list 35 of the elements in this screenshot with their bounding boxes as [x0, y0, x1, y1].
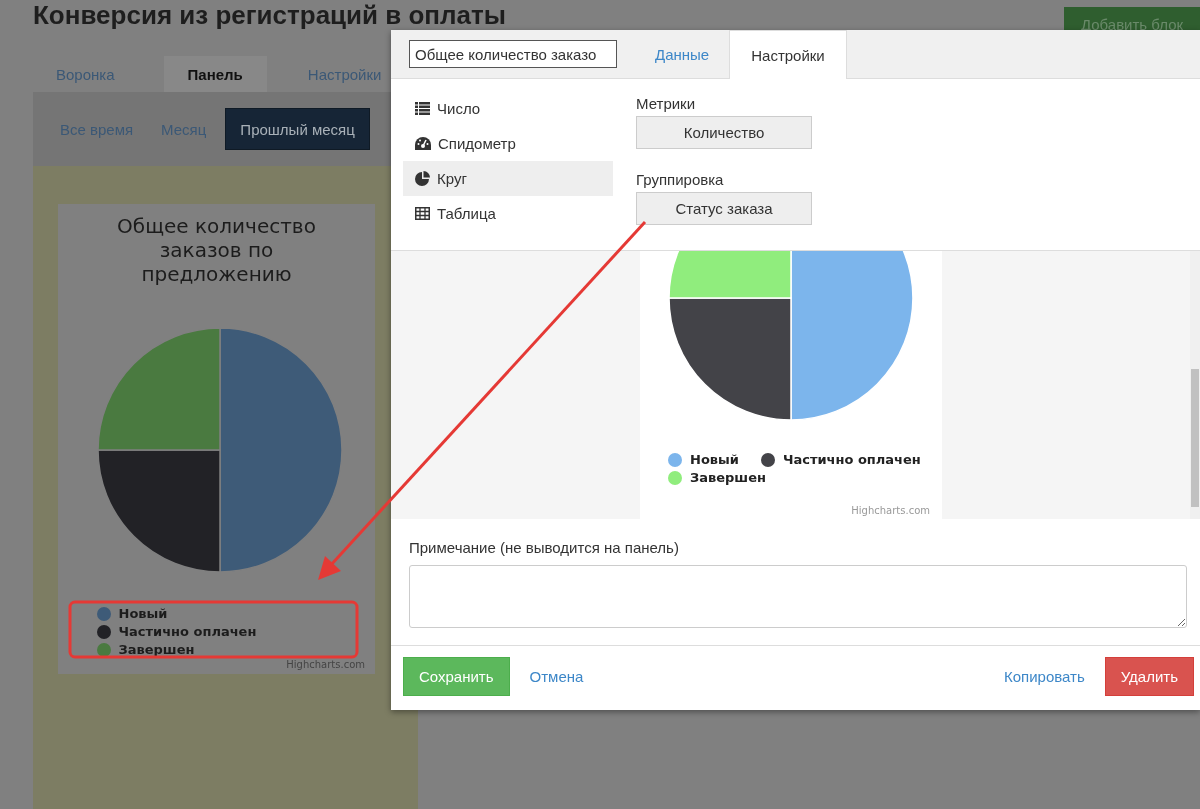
- legend-item[interactable]: Завершен: [96, 642, 195, 657]
- chart-credit: Highcharts.com: [286, 659, 365, 670]
- delete-button[interactable]: Удалить: [1104, 657, 1194, 696]
- note-field[interactable]: [409, 565, 1187, 628]
- scrollbar[interactable]: [1190, 251, 1200, 519]
- legend-label: Завершен: [118, 642, 195, 657]
- metric-button[interactable]: Количество: [636, 116, 812, 149]
- legend-label: Новый: [690, 452, 739, 467]
- gauge-icon: [415, 137, 431, 150]
- chart-type-item[interactable]: Спидометр: [403, 126, 613, 161]
- legend-label: Завершен: [690, 470, 766, 485]
- action-link[interactable]: Копировать: [1003, 657, 1085, 696]
- chart-type-item[interactable]: Число: [403, 91, 613, 126]
- action-link[interactable]: Отмена: [529, 657, 584, 696]
- period-tab[interactable]: Прошлый месяц: [225, 108, 370, 150]
- dialog-tab[interactable]: Настройки: [729, 30, 847, 79]
- page-title: Конверсия из регистраций в оплаты: [33, 1, 506, 29]
- legend-item[interactable]: Новый: [668, 452, 739, 467]
- chart-type-item[interactable]: Круг: [403, 161, 613, 196]
- chart-type-item[interactable]: Таблица: [403, 196, 613, 231]
- legend-item[interactable]: Завершен: [668, 470, 766, 485]
- chart-credit: Highcharts.com: [851, 505, 930, 516]
- grouping-label: Группировка: [636, 171, 724, 188]
- table-icon: [415, 207, 430, 220]
- list-icon: [415, 102, 430, 115]
- dialog-tab[interactable]: Данные: [635, 30, 730, 78]
- pie-icon: [415, 171, 430, 186]
- widget-name-field[interactable]: Общее количество заказо: [409, 40, 617, 68]
- metrics-label: Метрики: [636, 95, 696, 112]
- chart-title: Общее количество заказов по предложению: [116, 214, 317, 286]
- tab[interactable]: Панель: [163, 56, 267, 92]
- note-label: Примечание (не выводится на панель): [409, 539, 680, 556]
- legend-item[interactable]: Новый: [96, 606, 168, 621]
- grouping-button[interactable]: Статус заказа: [636, 192, 812, 225]
- legend-label: Новый: [118, 606, 168, 621]
